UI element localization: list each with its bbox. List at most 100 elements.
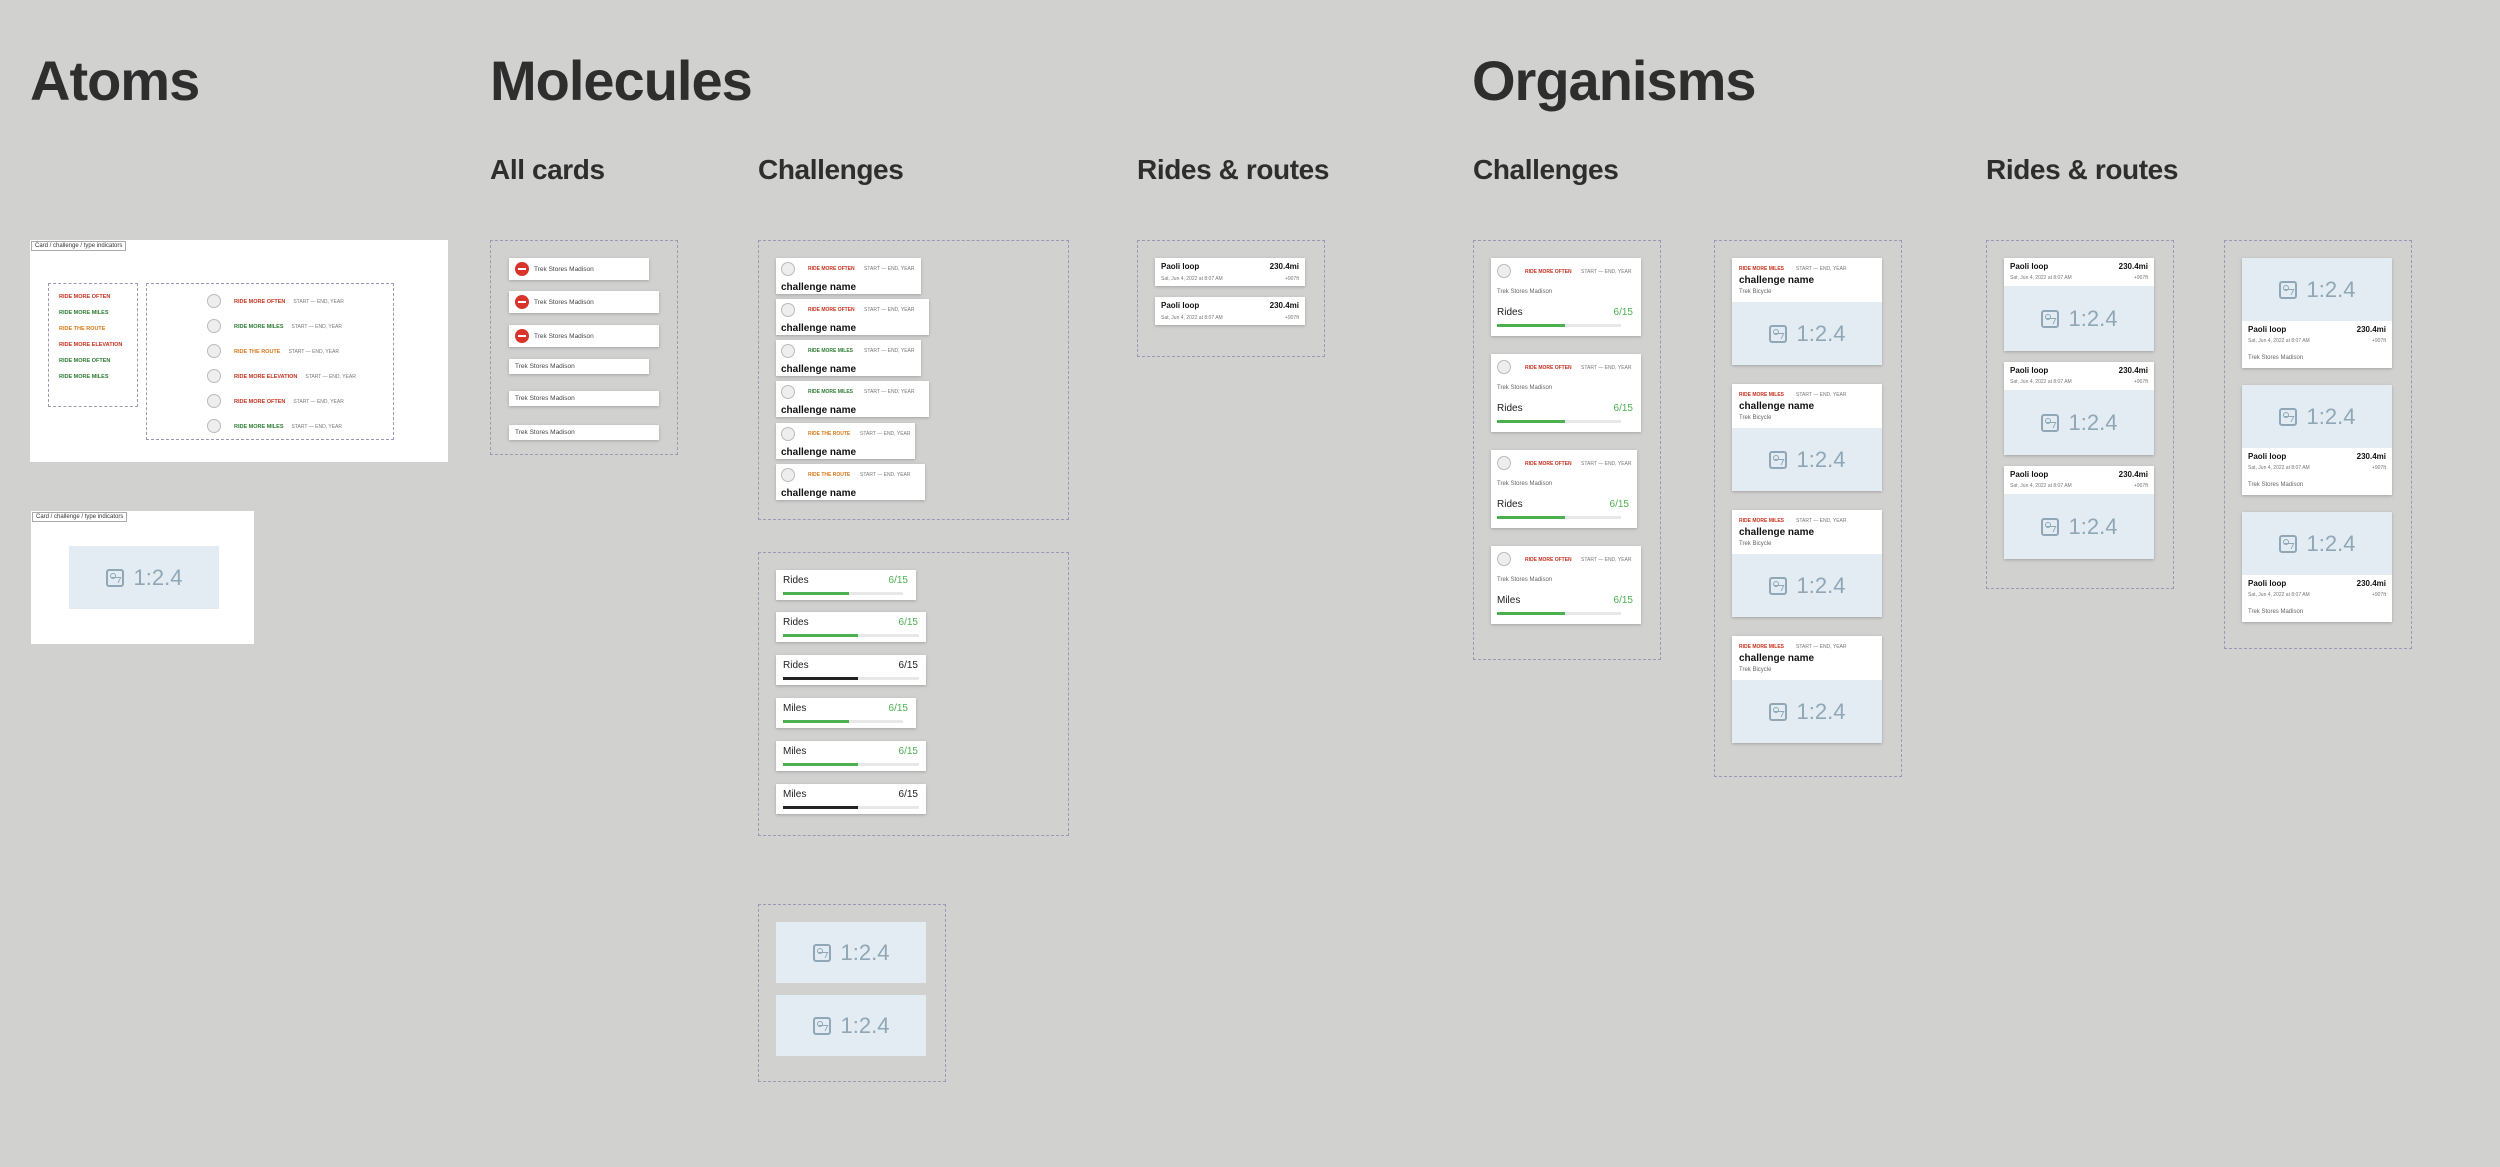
challenge-card[interactable]: RIDE MORE MILES START — END, YEAR challe… [776,340,921,376]
type-indicator: RIDE THE ROUTE [59,326,106,332]
ride-distance: 230.4mi [2356,325,2386,334]
org-image-challenge-card[interactable]: RIDE MORE MILES START — END, YEAR challe… [1732,510,1882,617]
org-image-challenge-card[interactable]: RIDE MORE MILES START — END, YEAR challe… [1732,258,1882,365]
progress-card[interactable]: Miles 6/15 [776,741,926,771]
avatar [1497,552,1511,566]
date-range: START — END, YEAR [293,399,344,405]
store-card[interactable]: Trek Stores Madison [509,425,659,440]
progress-track [1497,420,1621,423]
store-card[interactable]: Trek Stores Madison [509,258,649,280]
org-image-challenge-card[interactable]: RIDE MORE MILES START — END, YEAR challe… [1732,636,1882,743]
image-icon [1768,576,1787,595]
type-indicator: RIDE MORE MILES [59,310,109,316]
store-name: Trek Stores Madison [1497,481,1553,487]
progress-fill [1497,516,1566,519]
org-challenge-card[interactable]: RIDE MORE OFTEN START — END, YEAR Trek S… [1491,258,1641,336]
type-label: RIDE MORE MILES [234,324,284,330]
org-ride-card[interactable]: 1:2.4 Paoli loop 230.4mi Sat, Jun 4, 202… [2242,385,2392,495]
organisms-heading: Organisms [1472,49,1757,112]
frame-label: Card / challenge / type indicators [31,241,127,251]
type-label: RIDE THE ROUTE [234,349,281,355]
challenge-card[interactable]: RIDE MORE OFTEN START — END, YEAR challe… [776,299,929,335]
progress-value: 6/15 [1613,403,1633,414]
ride-elevation: +907ft [2371,592,2386,598]
store-card[interactable]: Trek Stores Madison [509,391,659,406]
image-placeholder: 1:2.4 [2004,390,2154,455]
org-image-challenge-card[interactable]: RIDE MORE MILES START — END, YEAR challe… [1732,384,1882,491]
type-row: RIDE MORE OFTEN START — END, YEAR [234,299,344,305]
org-challenge-card[interactable]: RIDE MORE OFTEN START — END, YEAR Trek S… [1491,354,1641,432]
challenge-card[interactable]: RIDE THE ROUTE START — END, YEAR challen… [776,423,915,459]
challenge-card[interactable]: RIDE MORE MILES START — END, YEAR challe… [776,381,929,417]
type-row: RIDE MORE OFTEN START — END, YEAR [234,399,344,405]
avatar [207,394,221,408]
ride-date: Sat, Jun 4, 2022 at 8:07 AM [2248,338,2310,344]
image-ratio: 1:2.4 [840,939,890,965]
challenge-type: RIDE MORE MILES [1739,644,1785,650]
org-ride-card[interactable]: 1:2.4 Paoli loop 230.4mi Sat, Jun 4, 202… [2242,258,2392,368]
avatar [1497,264,1511,278]
image-placeholder: 1:2.4 [1732,554,1882,617]
org-challenge-card[interactable]: RIDE MORE OFTEN START — END, YEAR Trek S… [1491,546,1641,624]
image-ratio: 1:2.4 [2068,305,2118,331]
ride-name: Paoli loop [2010,262,2049,271]
avatar [781,427,795,441]
progress-card[interactable]: Miles 6/15 [776,784,926,814]
challenge-card[interactable]: RIDE THE ROUTE START — END, YEAR challen… [776,464,925,500]
atoms-frame-image[interactable]: Card / challenge / type indicators 1:2.4 [31,511,254,644]
mol-rides-group: Paoli loop 230.4mi Sat, Jun 4, 2022 at 8… [1137,240,1325,357]
org-ride-card[interactable]: Paoli loop 230.4mi Sat, Jun 4, 2022 at 8… [2004,362,2154,455]
store-name: Trek Stores Madison [515,395,575,402]
ride-card[interactable]: Paoli loop 230.4mi Sat, Jun 4, 2022 at 8… [1155,297,1305,325]
store-name: Trek Stores Madison [515,363,575,370]
atoms-frame-type-indicators[interactable]: Card / challenge / type indicators RIDE … [30,240,448,462]
image-icon [2040,309,2059,328]
mol-progress-group: Rides 6/15 Rides 6/15 Rides 6/15 Miles 6… [758,552,1069,836]
ride-card[interactable]: Paoli loop 230.4mi Sat, Jun 4, 2022 at 8… [1155,258,1305,286]
type-row: RIDE MORE MILES START — END, YEAR [234,424,342,430]
org-challenges-subheading: Challenges [1473,154,1619,185]
image-ratio: 1:2.4 [1796,320,1846,346]
challenge-dates: START — END, YEAR [1796,644,1847,650]
org-ride-card[interactable]: 1:2.4 Paoli loop 230.4mi Sat, Jun 4, 202… [2242,512,2392,622]
progress-card[interactable]: Rides 6/15 [776,570,916,600]
image-placeholder: 1:2.4 [1732,680,1882,743]
challenge-dates: START — END, YEAR [864,307,915,313]
store-card[interactable]: Trek Stores Madison [509,359,649,374]
progress-card[interactable]: Miles 6/15 [776,698,916,728]
all-cards-subheading: All cards [490,154,605,185]
all-cards-group: Trek Stores Madison Trek Stores Madison … [490,240,678,455]
progress-value: 6/15 [898,660,918,671]
progress-value: 6/15 [888,575,908,586]
store-card[interactable]: Trek Stores Madison [509,291,659,313]
avatar [781,262,795,276]
type-label: RIDE MORE OFTEN [234,399,286,405]
org-ride-card[interactable]: Paoli loop 230.4mi Sat, Jun 4, 2022 at 8… [2004,258,2154,351]
org-challenge-images-group: RIDE MORE MILES START — END, YEAR challe… [1714,240,1902,777]
store-card[interactable]: Trek Stores Madison [509,325,659,347]
challenge-dates: START — END, YEAR [864,389,915,395]
progress-track [783,677,919,680]
image-ratio: 1:2.4 [1796,698,1846,724]
progress-label: Miles [1497,595,1521,606]
ride-elevation: +907ft [2371,338,2386,344]
org-ride-card[interactable]: Paoli loop 230.4mi Sat, Jun 4, 2022 at 8… [2004,466,2154,559]
ride-name: Paoli loop [1161,262,1200,271]
ride-name: Paoli loop [2010,470,2049,479]
image-placeholder: 1:2.4 [1732,428,1882,491]
progress-card[interactable]: Rides 6/15 [776,655,926,685]
store-name: Trek Stores Madison [2248,609,2304,615]
date-range: START — END, YEAR [291,424,342,430]
progress-fill [783,763,858,766]
progress-card[interactable]: Rides 6/15 [776,612,926,642]
image-icon [2040,413,2059,432]
challenge-name: challenge name [781,282,857,293]
org-challenge-card[interactable]: RIDE MORE OFTEN START — END, YEAR Trek S… [1491,450,1637,528]
image-icon [2040,517,2059,536]
challenge-name: challenge name [1739,527,1815,538]
mol-challenge-cards-group: RIDE MORE OFTEN START — END, YEAR challe… [758,240,1069,520]
challenge-type: RIDE MORE OFTEN [808,307,855,313]
challenge-card[interactable]: RIDE MORE OFTEN START — END, YEAR challe… [776,258,921,294]
challenge-dates: START — END, YEAR [860,472,911,478]
avatar [781,344,795,358]
